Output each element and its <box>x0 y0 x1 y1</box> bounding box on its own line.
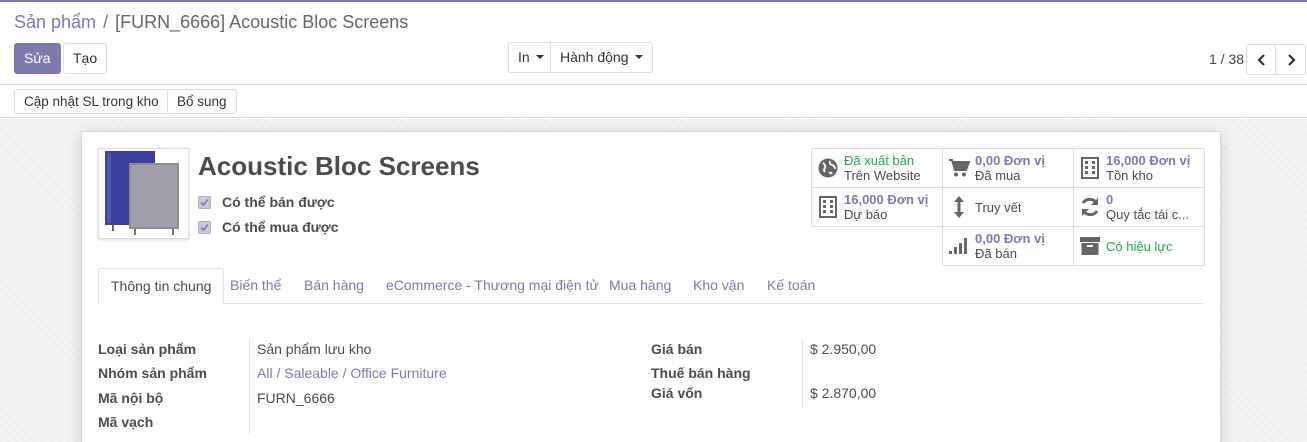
breadcrumb-products-link[interactable]: Sản phẩm <box>14 12 96 32</box>
edit-button[interactable]: Sửa <box>14 43 61 74</box>
refresh-icon <box>1074 196 1106 218</box>
active-toggle-button[interactable]: Có hiệu lực <box>1073 226 1205 266</box>
product-category-label: Nhóm sản phẩm <box>98 365 207 381</box>
form-sheet: Acoustic Bloc Screens Có thể bán được Có… <box>81 131 1221 442</box>
action-dropdown[interactable]: Hành động <box>550 42 653 73</box>
tab-inventory[interactable]: Kho vận <box>681 268 756 304</box>
forecast-label: Dự báo <box>844 207 888 222</box>
update-quantity-button[interactable]: Cập nhật SL trong kho <box>14 89 169 114</box>
sold-label: Đã bán <box>975 246 1017 261</box>
internal-reference-label: Mã nội bộ <box>98 390 164 406</box>
sold-value: 0,00 Đơn vị <box>975 231 1045 246</box>
breadcrumb: Sản phẩm / [FURN_6666] Acoustic Bloc Scr… <box>14 12 408 33</box>
building-icon <box>812 196 844 218</box>
tab-variants[interactable]: Biến thể <box>218 268 293 304</box>
product-type-value[interactable]: Sản phẩm lưu kho <box>257 341 371 357</box>
create-button[interactable]: Tạo <box>63 43 108 74</box>
reordering-rules-label: Quy tắc tái c... <box>1106 207 1190 222</box>
tab-ecommerce[interactable]: eCommerce - Thương mại điện tử <box>374 268 611 304</box>
internal-reference-value[interactable]: FURN_6666 <box>257 390 335 406</box>
can-be-sold-label: Có thể bán được <box>222 194 335 210</box>
pager-next-button[interactable] <box>1275 44 1306 75</box>
traceability-label: Truy vết <box>975 199 1022 215</box>
can-be-sold-checkbox[interactable] <box>198 195 211 209</box>
field-separator <box>802 339 803 409</box>
purchased-button[interactable]: 0,00 Đơn vị Đã mua <box>942 148 1074 188</box>
chevron-right-icon <box>1287 53 1296 66</box>
print-dropdown[interactable]: In <box>508 42 554 73</box>
caret-down-icon <box>535 55 544 60</box>
product-type-label: Loại sản phẩm <box>98 341 197 357</box>
on-hand-button[interactable]: 16,000 Đơn vị Tồn kho <box>1073 148 1205 188</box>
product-photo <box>105 151 179 235</box>
arrows-vertical-icon <box>943 195 975 219</box>
on-hand-label: Tồn kho <box>1106 168 1153 183</box>
product-name[interactable]: Acoustic Bloc Screens <box>198 151 480 182</box>
active-status-label: Có hiệu lực <box>1106 238 1173 254</box>
tab-general-information[interactable]: Thông tin chung <box>98 268 225 305</box>
action-dropdown-label: Hành động <box>560 49 629 65</box>
cart-icon <box>943 158 975 178</box>
traceability-button[interactable]: Truy vết <box>942 187 1074 227</box>
breadcrumb-current: [FURN_6666] Acoustic Bloc Screens <box>115 12 409 32</box>
statusbar: Cập nhật SL trong kho Bổ sung <box>0 86 1307 118</box>
replenish-button[interactable]: Bổ sung <box>167 89 237 114</box>
on-hand-value: 16,000 Đơn vị <box>1106 153 1191 168</box>
control-panel: Sản phẩm / [FURN_6666] Acoustic Bloc Scr… <box>0 2 1307 85</box>
can-be-sold-row[interactable]: Có thể bán được <box>198 194 335 210</box>
reordering-rules-value: 0 <box>1106 192 1114 207</box>
notebook-tabs: Thông tin chung Biến thể Bán hàng eComme… <box>98 268 1204 305</box>
cost-value[interactable]: $ 2.870,00 <box>810 385 876 401</box>
tab-sales[interactable]: Bán hàng <box>292 268 376 304</box>
reordering-rules-button[interactable]: 0 Quy tắc tái c... <box>1073 187 1205 227</box>
customer-taxes-label: Thuế bán hàng <box>651 365 751 381</box>
chevron-left-icon <box>1256 53 1265 66</box>
can-be-purchased-label: Có thể mua được <box>222 219 339 235</box>
pager-previous-button[interactable] <box>1246 44 1277 75</box>
product-image[interactable] <box>98 148 189 239</box>
can-be-purchased-checkbox[interactable] <box>198 220 211 234</box>
globe-icon <box>812 157 844 179</box>
forecast-value: 16,000 Đơn vị <box>844 192 929 207</box>
tab-accounting[interactable]: Kế toán <box>755 268 827 304</box>
product-category-link[interactable]: All / Saleable / Office Furniture <box>257 365 447 381</box>
check-icon <box>200 198 209 206</box>
sold-button[interactable]: 0,00 Đơn vị Đã bán <box>942 226 1074 266</box>
breadcrumb-separator: / <box>103 12 109 32</box>
tab-purchase[interactable]: Mua hàng <box>597 268 683 304</box>
cost-label: Giá vốn <box>651 385 703 401</box>
sales-price-label: Giá bán <box>651 341 703 357</box>
signal-icon <box>943 237 975 255</box>
sales-price-value[interactable]: $ 2.950,00 <box>810 341 876 357</box>
forecast-button[interactable]: 16,000 Đơn vị Dự báo <box>811 187 943 227</box>
website-status-label: Trên Website <box>844 168 921 183</box>
pager-value[interactable]: 1 / 38 <box>1209 51 1244 67</box>
archive-icon <box>1074 236 1106 256</box>
purchased-label: Đã mua <box>975 168 1021 183</box>
caret-down-icon <box>634 55 643 60</box>
smart-buttons: Đã xuất bản Trên Website 0,00 Đơn vị Đã … <box>811 148 1206 266</box>
building-icon <box>1074 157 1106 179</box>
check-icon <box>200 223 209 231</box>
print-dropdown-label: In <box>518 49 530 65</box>
website-published-button[interactable]: Đã xuất bản Trên Website <box>811 148 943 188</box>
website-status-value: Đã xuất bản <box>844 153 915 168</box>
barcode-label: Mã vạch <box>98 414 154 430</box>
field-separator <box>249 339 250 434</box>
purchased-value: 0,00 Đơn vị <box>975 153 1045 168</box>
can-be-purchased-row[interactable]: Có thể mua được <box>198 219 339 235</box>
